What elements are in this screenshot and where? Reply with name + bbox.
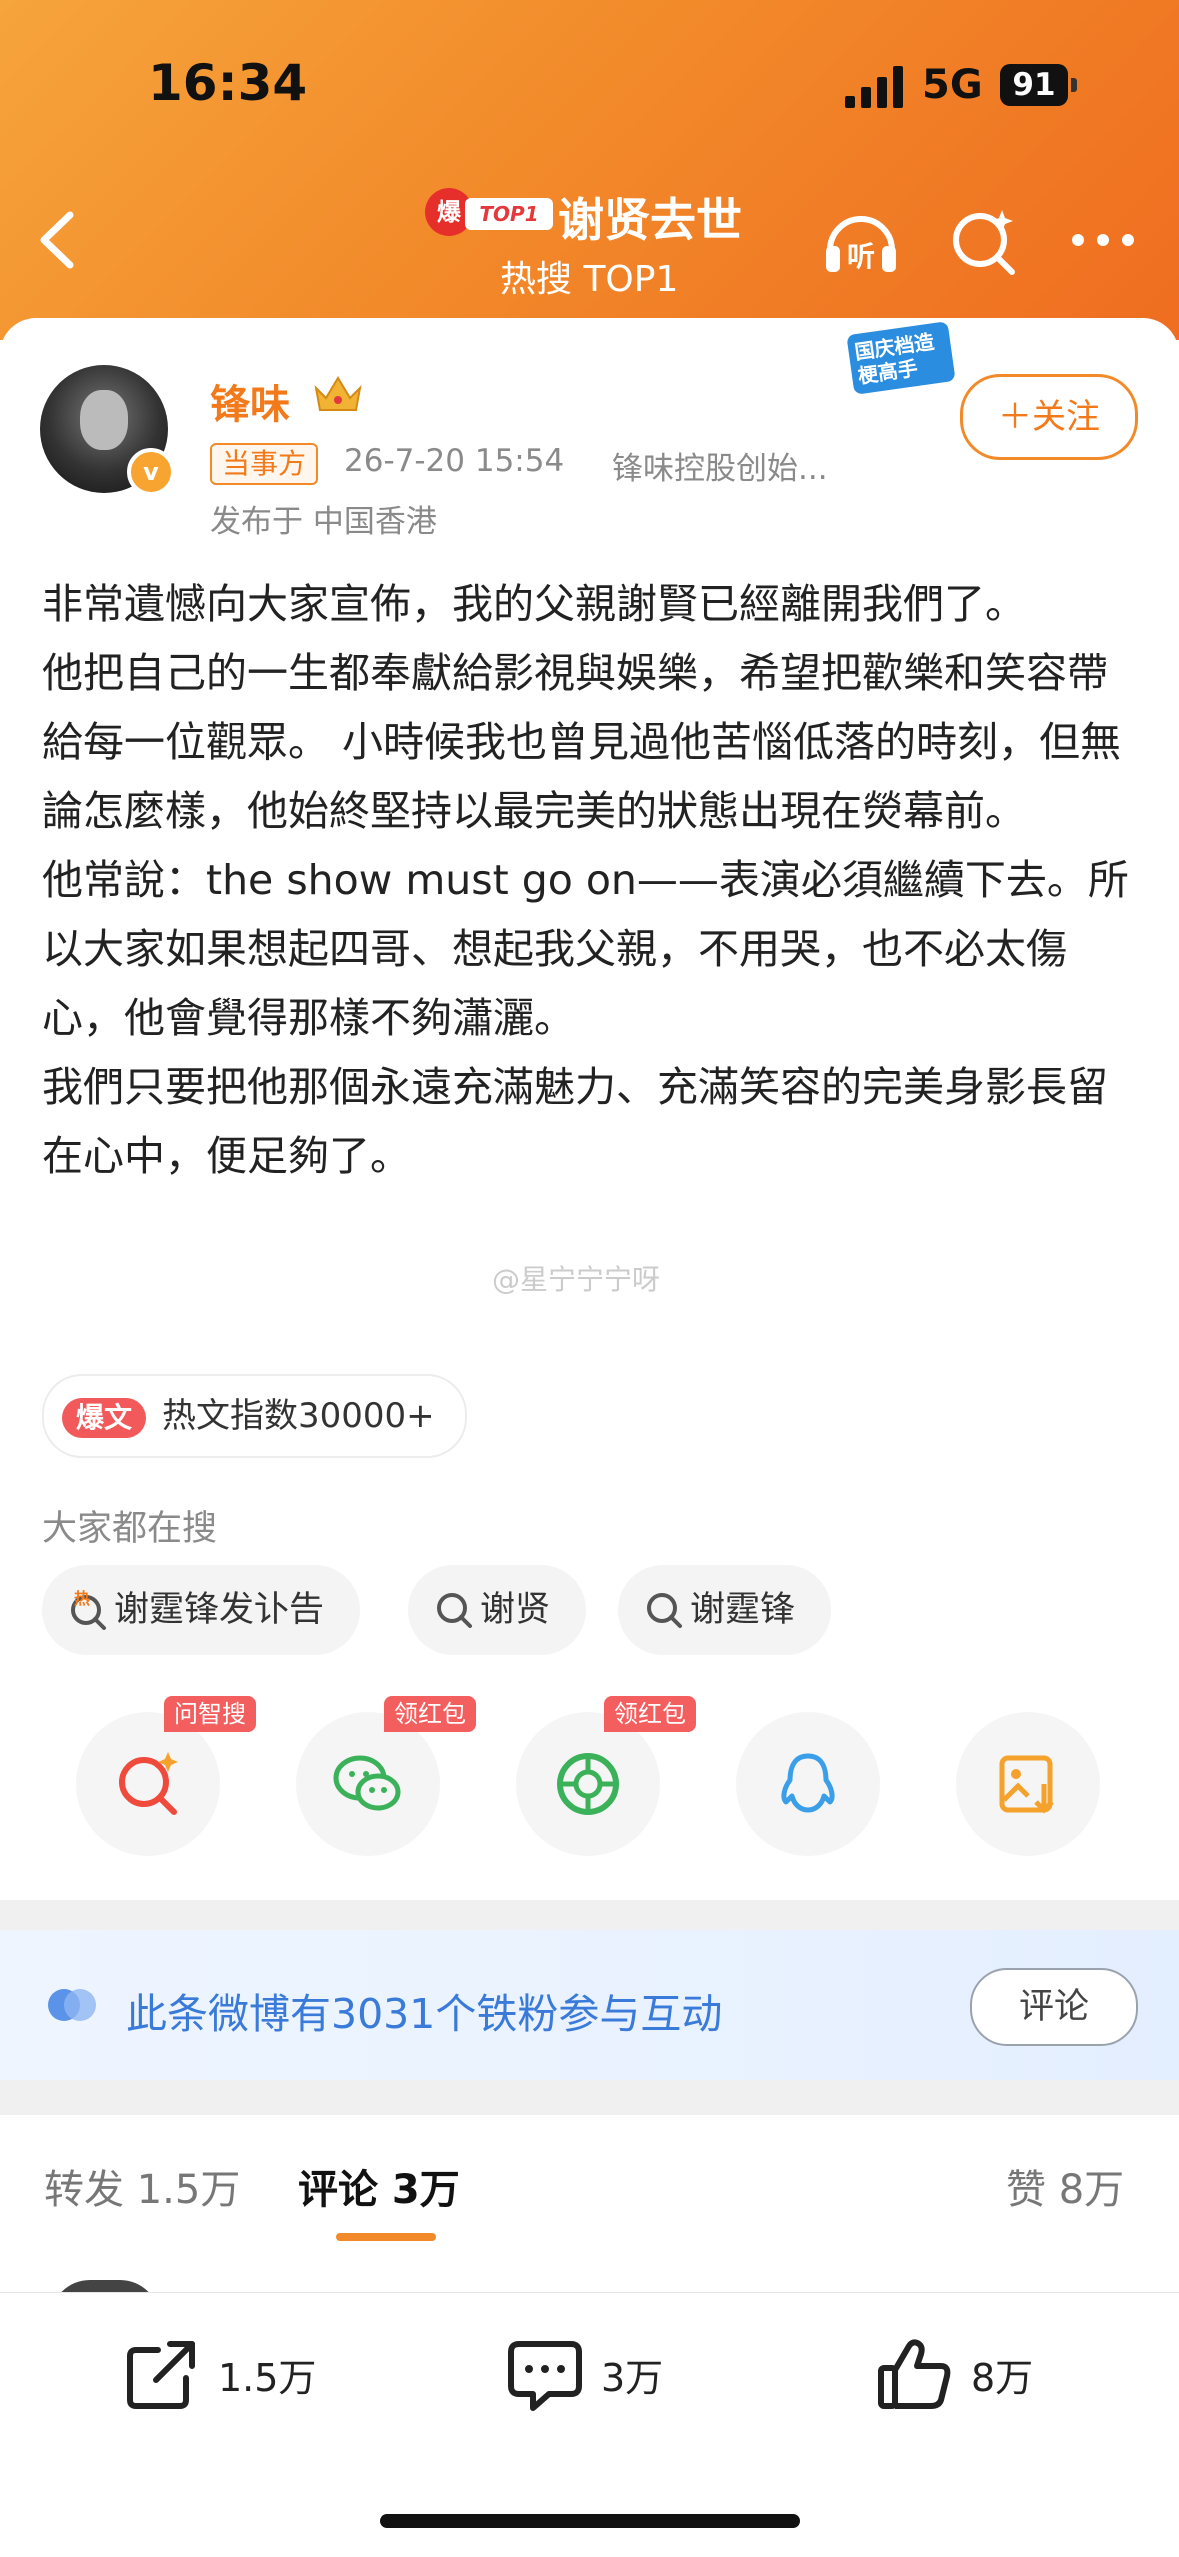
interaction-tabs: 转发 1.5万 评论 3万 赞 8万 (0, 2115, 1179, 2245)
crown-icon (314, 376, 362, 411)
hot-article-pill: 爆文 (62, 1397, 147, 1438)
related-search-title: 大家都在搜 (42, 1509, 218, 1549)
cellular-signal-icon (845, 66, 903, 108)
save-image-button[interactable] (956, 1712, 1100, 1856)
fans-comment-button[interactable]: 评论 (970, 1968, 1138, 2046)
related-search-chip[interactable]: 热 谢霆锋发讣告 (42, 1565, 361, 1655)
search-icon[interactable] (948, 206, 1020, 278)
back-icon[interactable] (30, 205, 90, 275)
hot-index-text: 热文指数30000+ (162, 1396, 435, 1436)
avatar-face (80, 390, 128, 450)
share-tag: 领红包 (384, 1696, 476, 1732)
post-paragraph: 非常遺憾向大家宣佈，我的父親謝賢已經離開我們了。 (42, 580, 1026, 628)
tab-repost[interactable]: 转发 1.5万 (44, 2157, 240, 2215)
listen-icon[interactable]: 听 (820, 202, 902, 282)
comment-icon (508, 2341, 582, 2411)
repost-count: 1.5万 (218, 2356, 317, 2400)
like-button[interactable]: 8万 (875, 2329, 1075, 2419)
section-divider (0, 2080, 1179, 2115)
post-paragraph: 我們只要把他那個永遠充滿魅力、充滿笑容的完美身影長留在心中，便足夠了。 (42, 1063, 1108, 1180)
page-subtitle: 热搜 TOP1 (500, 259, 679, 300)
share-qq-button[interactable] (736, 1712, 880, 1856)
more-icon[interactable] (1068, 225, 1138, 255)
hot-index-badge[interactable]: 爆文 热文指数30000+ (42, 1374, 467, 1458)
fans-icon (48, 1989, 96, 2021)
page-title: 谢贤去世 (558, 193, 742, 247)
verified-badge-icon: v (127, 448, 175, 496)
share-tag: 领红包 (604, 1696, 696, 1732)
post-time: 26-7-20 15:54 (344, 443, 565, 479)
chip-label: 谢贤 (480, 1590, 551, 1630)
ai-search-icon (119, 1752, 178, 1815)
repost-button[interactable]: 1.5万 (122, 2329, 342, 2419)
tab-comment[interactable]: 评论 3万 (298, 2157, 460, 2215)
home-indicator (380, 2514, 800, 2528)
follow-button[interactable]: ＋关注 (960, 374, 1138, 460)
topic-title-block: 爆 TOP1 谢贤去世 热搜 TOP1 (420, 180, 780, 300)
status-time: 16:34 (148, 54, 308, 112)
related-search-chip[interactable]: 谢贤 (408, 1565, 587, 1655)
share-tag: 问智搜 (164, 1696, 256, 1732)
status-bar: 16:34 5G 91 (0, 0, 1179, 170)
like-count: 8万 (971, 2356, 1034, 2400)
hot-search-icon: 热 (71, 1590, 106, 1630)
username[interactable]: 锋味 (210, 372, 290, 430)
share-icon (127, 2341, 195, 2409)
role-tag: 当事方 (210, 443, 319, 485)
battery-cap (1071, 78, 1077, 92)
related-search-chip[interactable]: 谢霆锋 (618, 1565, 832, 1655)
qq-icon (781, 1753, 835, 1813)
fans-text: 此条微博有3031个铁粉参与互动 (126, 1990, 723, 2038)
post-body: 非常遺憾向大家宣佈，我的父親謝賢已經離開我們了。 他把自己的一生都奉獻給影視與娛… (42, 570, 1142, 1191)
fans-interaction-bar: 此条微博有3031个铁粉参与互动 评论 (0, 1930, 1179, 2080)
moments-icon (557, 1753, 619, 1815)
thumbs-up-icon (878, 2339, 951, 2409)
share-wechat-button[interactable]: 领红包 (296, 1696, 476, 1856)
comment-count: 3万 (601, 2356, 664, 2400)
tab-like[interactable]: 赞 8万 (1006, 2157, 1124, 2215)
battery-icon: 91 (1000, 64, 1068, 106)
search-icon (437, 1593, 472, 1628)
chip-label: 谢霆锋发讣告 (114, 1590, 325, 1630)
share-moments-button[interactable]: 领红包 (516, 1696, 696, 1856)
post-source: 锋味控股创始... (612, 451, 828, 487)
comment-button[interactable]: 3万 (505, 2329, 705, 2419)
top1-badge: TOP1 (465, 198, 553, 230)
save-image-icon (999, 1755, 1054, 1814)
listen-label: 听 (847, 240, 875, 273)
active-tab-indicator (336, 2233, 436, 2241)
section-divider (0, 1900, 1179, 1930)
post-location: 发布于 中国香港 (210, 504, 437, 540)
post-paragraph: 他把自己的一生都奉獻給影視與娛樂，希望把歡樂和笑容帶給每一位觀眾。 小時候我也曾… (42, 649, 1122, 835)
search-icon (647, 1593, 682, 1628)
share-ai-search-button[interactable]: 问智搜 (76, 1696, 256, 1856)
network-type: 5G (922, 62, 983, 108)
share-row: 问智搜 领红包 领红包 (0, 1696, 1179, 1872)
post-paragraph: 他常說：the show must go on——表演必須繼續下去。所以大家如果… (42, 856, 1129, 1042)
promo-text: 国庆档造梗高手 (846, 321, 956, 395)
watermark: @星宁宁宁呀 (492, 1263, 661, 1296)
wechat-icon (333, 1755, 401, 1811)
hot-search-icon-text: 热 (74, 1590, 90, 1608)
chip-label: 谢霆锋 (690, 1590, 796, 1630)
